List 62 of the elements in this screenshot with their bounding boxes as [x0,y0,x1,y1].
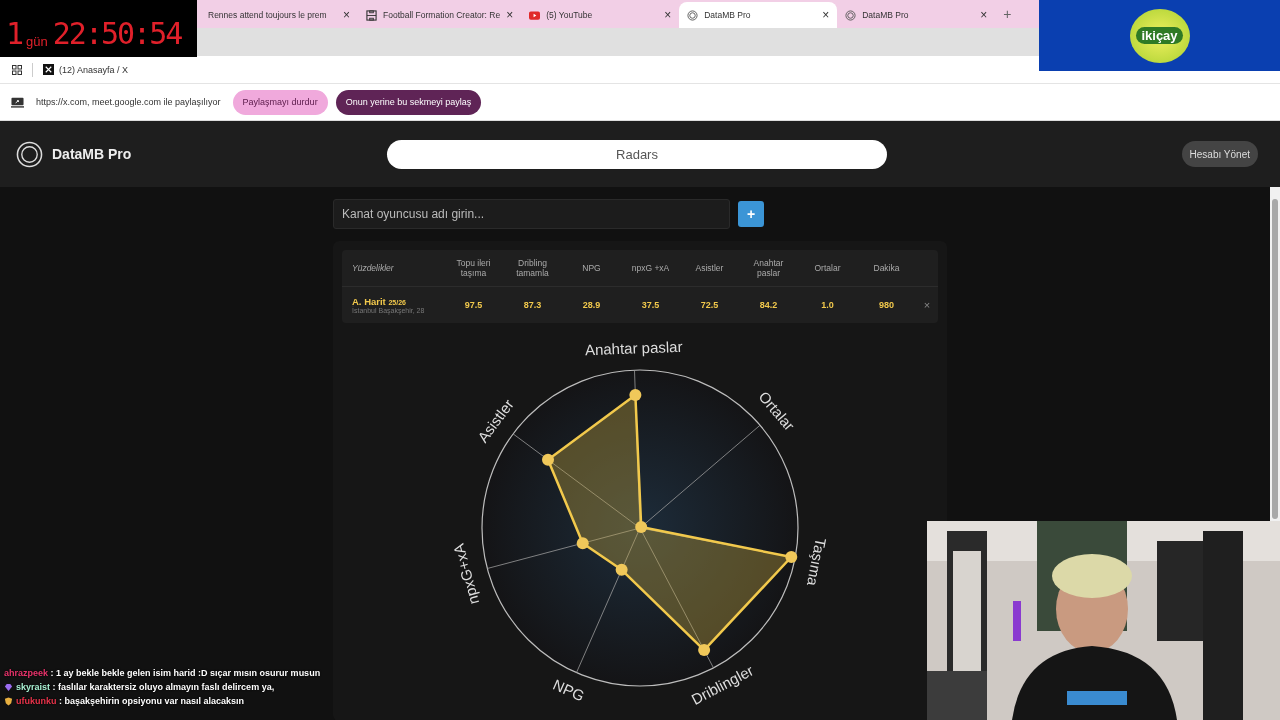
table-cell-text: 87.3 [522,300,543,310]
play-icon [529,9,541,21]
close-icon[interactable]: × [822,9,830,21]
column-header: Asistler [694,262,725,274]
column-header: Dribling tamamla [515,257,550,279]
chat-message: ufukunku : başakşehirin opsiyonu var nasıl alacaksın [16,696,245,706]
data-point [576,537,589,550]
x-logo-icon [43,64,54,75]
bookmark[interactable]: (12) Anasayfa / X [43,64,129,75]
page-title: Radars [387,139,887,169]
column-header: Yüzdelikler [351,262,395,274]
column-header: Topu ileri taşıma [455,257,492,279]
new-tab-button[interactable]: + [1003,6,1012,22]
table-cell-text: 1.0 [820,300,835,310]
table-cell-text: 28.9 [581,300,602,310]
column-header: Ortalar [813,262,842,274]
data-point [542,453,554,466]
chat-message: skyraist : faslılar karaktersiz oluyo almayın faslı delircem ya, [16,682,275,692]
share-tab-button[interactable]: Onun yerine bu sekmeyi paylaş [335,89,482,115]
browser-tab[interactable]: DataMB Pro × [679,2,838,28]
browser-tab[interactable]: DataMB Pro × [837,2,996,28]
axis-label: NPG [550,675,588,705]
browser-tab[interactable]: (5) YouTube × [521,2,680,28]
data-point [629,389,642,402]
sponsor-logo: ikiçay [1136,27,1183,44]
sharing-message: https://x.com, meet.google.com ile paylaşılıyor [36,97,221,107]
column-header: npxG +xA [630,262,671,274]
axis-label: Taşıma [803,536,830,588]
shield-icon [4,696,13,706]
data-point [635,520,648,533]
formation-icon [366,9,377,21]
screen-share-icon [11,96,24,108]
apps-icon[interactable] [12,64,22,75]
remove-button[interactable]: × [916,299,938,311]
account-button[interactable]: Hesabı Yönet [1181,141,1258,167]
stop-sharing-button[interactable]: Paylaşmayı durdur [232,89,328,115]
gem-icon [4,682,13,692]
close-icon[interactable]: × [506,9,514,21]
logo-icon [687,9,699,21]
logo-icon [16,140,43,168]
table-cell-text: 97.5 [463,300,484,310]
table-cell-text: 37.5 [640,300,661,310]
column-header: Dakika [872,262,901,274]
search-field[interactable]: Kanat oyuncusu adı girin... [333,199,730,229]
table-cell-text: 84.2 [758,300,779,310]
data-point [615,563,628,576]
column-header: NPG [581,262,602,274]
column-header: Anahtar paslar [752,257,785,279]
close-icon[interactable]: × [664,9,672,21]
logo-icon [845,9,857,21]
table-cell-text: 72.5 [699,300,720,310]
close-icon[interactable]: × [980,9,988,21]
chat-message: ahrazpeek : 1 ay bekle bekle gelen isim harid :D sıçar mısın osurur musun [4,668,321,678]
data-point [785,551,798,563]
browser-tab[interactable]: Rennes attend toujours le prem × [200,2,358,28]
data-point [698,644,711,657]
table-cell-text: 980 [878,300,895,310]
close-icon[interactable]: × [343,9,350,21]
browser-tab[interactable]: Football Formation Creator: Re × [358,2,522,28]
axis-label: Anahtar paslar [584,337,683,359]
brand-name: DataMB Pro [52,146,132,162]
countdown-timer: 1 gün 22:50:54 [0,0,197,57]
